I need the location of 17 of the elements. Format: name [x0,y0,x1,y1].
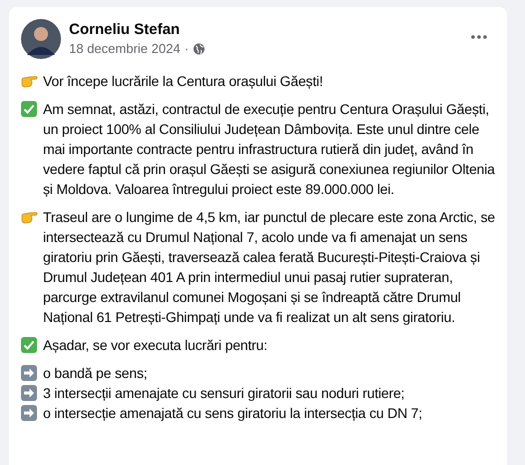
post-paragraph: Așadar, se vor executa lucrări pentru: [43,336,268,355]
pointing-hand-icon [21,210,38,224]
more-icon [471,35,487,39]
check-icon [21,101,37,117]
post-paragraph: Traseul are o lungime de 4,5 km, iar punctul de plecare este zona Arctic, se intersectează cu Drumul Național 7, acolo unde va fi amenajat un sens giratoriu prin Găești, traversează calea ferată București-Pitești-Craiova și Drumul Județean 401 A prin intermediul unui pasaj rutier suprateran, parcurge extravilanul comunei Mogoșani și se îndreaptă către Drumul Național 61 Petrești-Ghimpați unde va fi realizat un alt sens giratoriu. [43,208,495,327]
pointing-hand-icon [21,74,38,88]
post-paragraph: Vor începe lucrările la Centura orașului Găești! [43,72,324,91]
list-item: o intersecție amenajată cu sens giratoriu la intersecția cu DN 7; [43,404,422,423]
list-item: 3 intersecții amenajate cu sensuri giratorii sau noduri rutiere; [43,384,404,403]
avatar [21,19,61,59]
separator-dot: · [184,40,189,58]
check-icon [21,337,37,353]
post-date[interactable]: 18 decembrie 2024 [69,40,180,58]
post-paragraph: Am semnat, astăzi, contractul de execuție pentru Centura Orașului Găești, un proiect 100% al Consiliului Județean Dâmbovița. Este unul dintre cele mai importante contracte pentru infrastructura rutieră din județ, având în vedere faptul că prin orașul Găești se asigură conexiunea regiunilor Oltenia și Moldova. Valoarea întregului proiect este 89.000.000 lei. [43,100,495,199]
globe-icon [192,43,205,55]
author-name[interactable]: Corneliu Stefan [69,20,205,40]
list-item: o bandă pe sens; [43,364,148,383]
